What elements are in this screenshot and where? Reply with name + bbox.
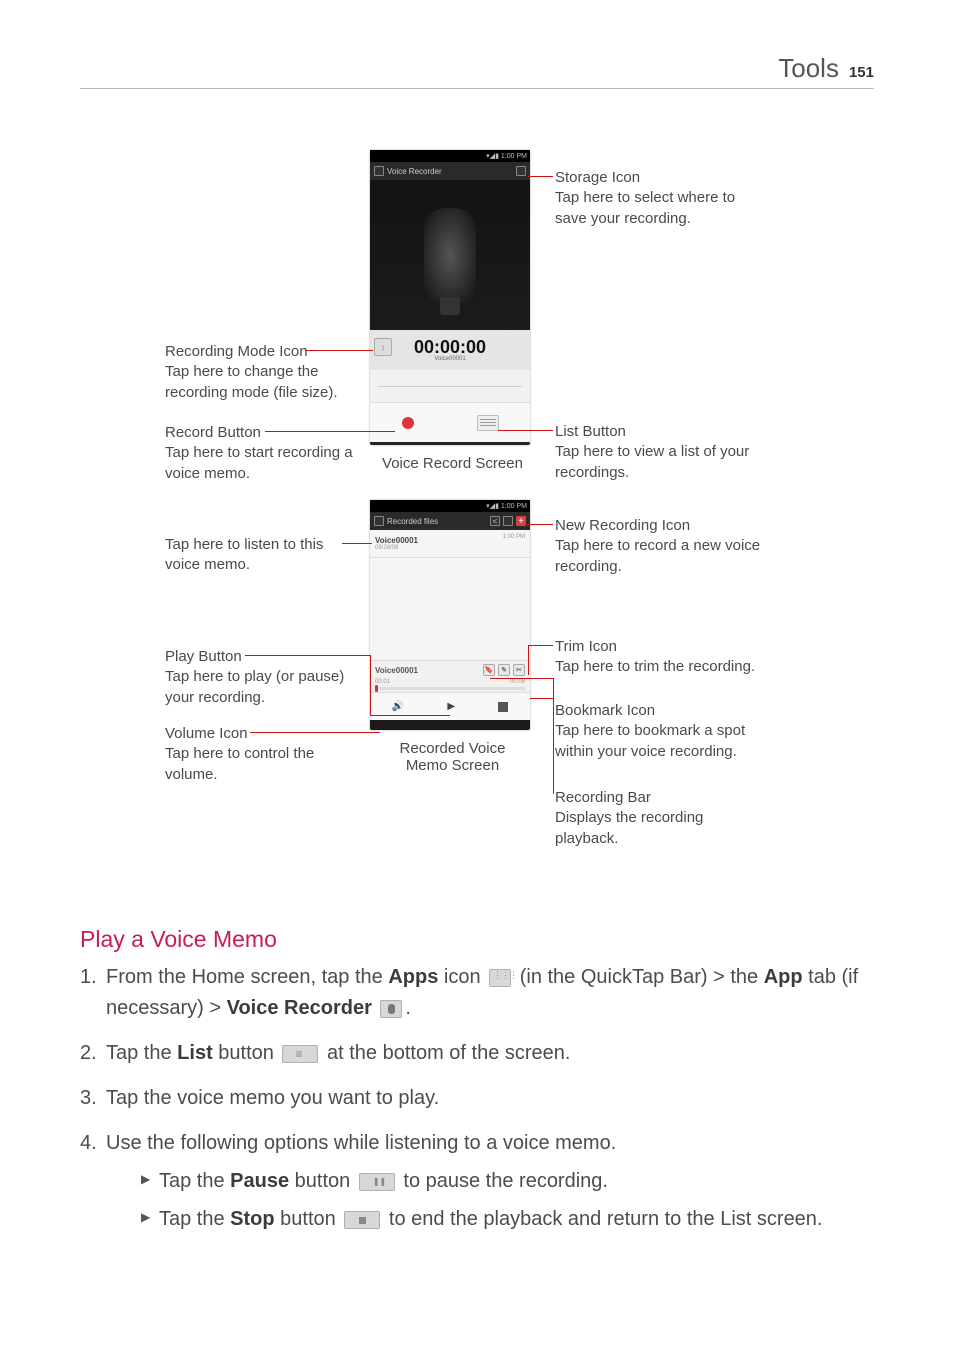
bullet-stop: ▶ Tap the Stop button to end the playbac… xyxy=(141,1204,874,1235)
bullet-pause: ▶ Tap the Pause button to pause the reco… xyxy=(141,1166,874,1197)
step-1: 1. From the Home screen, tap the Apps ic… xyxy=(80,962,874,1024)
step-number: 3. xyxy=(80,1083,106,1114)
file-time: 1:00 PM xyxy=(503,534,525,540)
timer-text: 00:00:00 xyxy=(414,338,486,356)
edit-icon[interactable]: ✎ xyxy=(498,664,510,676)
callout-play: Play Button Tap here to play (or pause) … xyxy=(165,647,365,708)
files-titlebar: Recorded files < + xyxy=(370,512,530,530)
playback-header: Voice00001 🔖 ✎ ✂ xyxy=(370,661,530,679)
voice-record-screen: ▾◢▮1:00 PM Voice Recorder ↕ 00:00:00 Voi… xyxy=(370,150,530,445)
recording-bar[interactable] xyxy=(375,687,525,690)
stop-button[interactable] xyxy=(498,702,508,712)
step-3: 3. Tap the voice memo you want to play. xyxy=(80,1083,874,1114)
file-list-item[interactable]: Voice00001 08/28/08 1:00 PM xyxy=(370,530,530,558)
files-empty-area xyxy=(370,558,530,660)
callout-mode: Recording Mode Icon Tap here to change t… xyxy=(165,342,365,403)
mic-illustration xyxy=(370,180,530,330)
trim-icon[interactable]: ✂ xyxy=(513,664,525,676)
storage-icon[interactable] xyxy=(516,166,526,176)
step-2: 2. Tap the List button at the bottom of … xyxy=(80,1038,874,1069)
stop-icon-inline xyxy=(344,1211,380,1229)
timer-filename: Voice00001 xyxy=(434,356,465,362)
play-button[interactable]: ▶ xyxy=(447,701,455,712)
voice-recorder-icon xyxy=(380,1000,402,1018)
record-controls xyxy=(370,402,530,442)
volume-icon[interactable]: 🔊 xyxy=(392,701,404,712)
pause-icon-inline xyxy=(359,1173,395,1191)
callout-newrec: New Recording Icon Tap here to record a … xyxy=(555,516,765,577)
recording-mode-icon[interactable]: ↕ xyxy=(374,338,392,356)
callout-volume: Volume Icon Tap here to control the volu… xyxy=(165,724,365,785)
recorded-memo-screen: ▾◢▮1:00 PM Recorded files < + Voice00001… xyxy=(370,500,530,730)
status-bar: ▾◢▮1:00 PM xyxy=(370,150,530,162)
app-titlebar: Voice Recorder xyxy=(370,162,530,180)
app-title: Voice Recorder xyxy=(387,167,442,176)
elapsed-time: 00:01 xyxy=(375,679,390,685)
diagram: ▾◢▮1:00 PM Voice Recorder ↕ 00:00:00 Voi… xyxy=(80,150,874,910)
page-header: Tools 151 xyxy=(778,53,874,84)
bullet-icon: ▶ xyxy=(141,1204,159,1235)
callout-bookmark: Bookmark Icon Tap here to bookmark a spo… xyxy=(555,701,765,762)
status-bar-2: ▾◢▮1:00 PM xyxy=(370,500,530,512)
callout-listen: Tap here to listen to this voice memo. xyxy=(165,535,360,576)
share-icon[interactable]: < xyxy=(490,516,500,526)
callout-record: Record Button Tap here to start recordin… xyxy=(165,423,365,484)
callout-trim: Trim Icon Tap here to trim the recording… xyxy=(555,637,765,678)
step-number: 1. xyxy=(80,962,106,1024)
header-divider xyxy=(80,88,874,89)
record-button[interactable] xyxy=(402,417,414,429)
playback-panel: Voice00001 🔖 ✎ ✂ 00:01 00:09 🔊 ▶ xyxy=(370,660,530,720)
instructions: 1. From the Home screen, tap the Apps ic… xyxy=(80,962,874,1256)
back-icon[interactable] xyxy=(374,516,384,526)
callout-list: List Button Tap here to view a list of y… xyxy=(555,422,755,483)
bullet-icon: ▶ xyxy=(141,1166,159,1197)
section-heading: Play a Voice Memo xyxy=(80,926,277,953)
trash-icon[interactable] xyxy=(503,516,513,526)
files-title: Recorded files xyxy=(387,517,438,526)
waveform xyxy=(370,370,530,402)
callout-storage: Storage Icon Tap here to select where to… xyxy=(555,168,755,229)
page-number: 151 xyxy=(849,64,874,81)
callout-recbar: Recording Bar Displays the recording pla… xyxy=(555,788,765,849)
playback-name: Voice00001 xyxy=(375,666,418,675)
list-button[interactable] xyxy=(477,415,499,431)
apps-icon xyxy=(489,969,511,987)
file-date: 08/28/08 xyxy=(375,545,525,551)
list-button-icon xyxy=(282,1045,318,1063)
total-time: 00:09 xyxy=(510,679,525,685)
timer-row: ↕ 00:00:00 Voice00001 xyxy=(370,330,530,370)
step-4: 4. Use the following options while liste… xyxy=(80,1128,874,1242)
bookmark-icon[interactable]: 🔖 xyxy=(483,664,495,676)
screen2-caption: Recorded Voice Memo Screen xyxy=(360,740,545,774)
section-title: Tools xyxy=(778,53,839,84)
step-number: 2. xyxy=(80,1038,106,1069)
mic-icon xyxy=(374,166,384,176)
step-number: 4. xyxy=(80,1128,106,1242)
screen1-caption: Voice Record Screen xyxy=(375,455,530,472)
